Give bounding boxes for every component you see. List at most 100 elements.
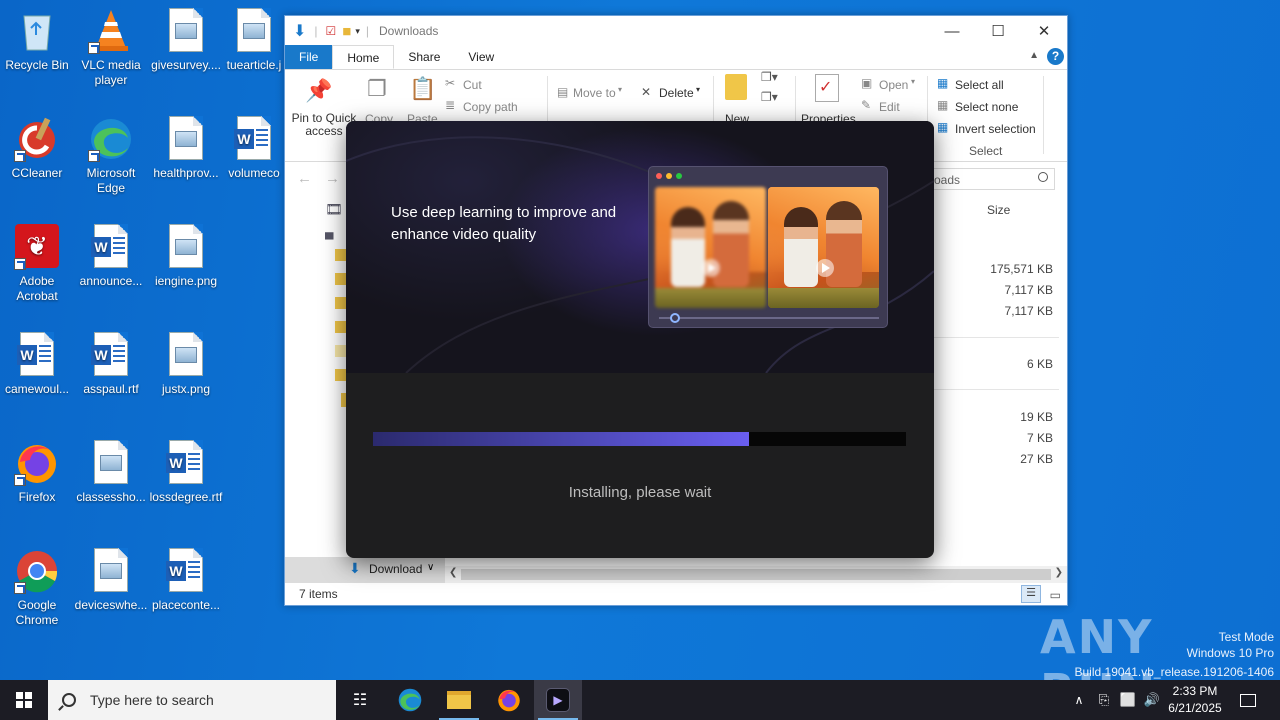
open-button[interactable]: Open (879, 78, 908, 92)
invert-selection-icon: ▦ (937, 120, 949, 134)
properties-icon: ✓ (815, 74, 839, 102)
desktop-icon-placeconte[interactable]: W placeconte... (149, 548, 223, 613)
scrollbar-thumb[interactable] (461, 569, 1051, 580)
move-to-button[interactable]: Move to (573, 86, 616, 100)
windows-logo-icon (16, 692, 32, 708)
desktop-icon-tuearticle[interactable]: tuearticle.j (224, 8, 284, 73)
start-button[interactable] (0, 680, 48, 720)
scroll-right-icon[interactable]: ❯ (1055, 567, 1063, 578)
search-icon (1038, 172, 1048, 182)
vlc-cone-icon (88, 8, 134, 54)
desktop-icon-camewoul[interactable]: W camewoul... (0, 332, 74, 397)
copy-path-button[interactable]: Copy path (463, 100, 518, 114)
group-divider (933, 389, 1059, 390)
install-progress-fill (373, 432, 749, 446)
minimize-button[interactable]: — (929, 16, 975, 46)
desktop-icon-google-chrome[interactable]: Google Chrome (0, 548, 74, 628)
icon-label: announce... (79, 274, 143, 288)
column-header-size[interactable]: Size (933, 197, 1061, 237)
taskbar-edge[interactable] (386, 680, 434, 720)
nav-downloads-item[interactable]: ⬇ Download ∨ (285, 557, 445, 583)
delete-icon: ✕ (641, 85, 652, 99)
installer-window: Use deep learning to improve and enhance… (346, 121, 934, 558)
cut-button[interactable]: Cut (463, 78, 482, 92)
desktop-icon-announce[interactable]: W announce... (74, 224, 148, 289)
search-box[interactable]: oads (931, 168, 1055, 190)
tab-file[interactable]: File (285, 45, 333, 69)
invert-selection-button[interactable]: Invert selection (955, 122, 1036, 136)
notifications-button[interactable] (1236, 680, 1260, 720)
taskbar-installer-app[interactable]: ▶ (534, 680, 582, 720)
desktop-icon-recycle-bin[interactable]: Recycle Bin (0, 8, 74, 73)
select-none-button[interactable]: Select none (955, 100, 1018, 114)
taskbar-clock[interactable]: 2:33 PM 6/21/2025 (1160, 683, 1230, 717)
desktop-icon-microsoft-edge[interactable]: Microsoft Edge (74, 116, 148, 196)
show-hidden-icons-chevron-icon[interactable]: ∧ (1070, 693, 1088, 707)
maximize-button[interactable]: ☐ (975, 16, 1021, 46)
desktop-icon-adobe-acrobat[interactable]: ❦ Adobe Acrobat (0, 224, 74, 304)
folder-quick-icon[interactable]: ■ (342, 23, 351, 40)
desktop-icon-iengine[interactable]: iengine.png (149, 224, 223, 289)
select-all-icon: ▦ (937, 76, 949, 90)
preview-timeline-knob (670, 313, 680, 323)
taskbar-file-explorer[interactable] (435, 680, 483, 720)
search-icon (62, 693, 76, 707)
tab-home[interactable]: Home (332, 45, 395, 69)
taskbar: Type here to search ☷ ▶ ∧ ⎘ ⬜ 🔊 2:33 PM … (0, 680, 1280, 720)
cut-icon: ✂ (445, 76, 456, 90)
close-button[interactable]: ✕ (1021, 16, 1067, 46)
large-icons-view-icon[interactable]: ▭ (1050, 588, 1061, 602)
shortcut-arrow-icon (88, 150, 100, 162)
dot-yellow (666, 173, 672, 179)
videos-icon[interactable]: 🎞 (325, 201, 343, 218)
horizontal-scrollbar[interactable]: ❮ ❯ (445, 566, 1067, 583)
desktop-icon-classessho[interactable]: classessho... (74, 440, 148, 505)
edit-button[interactable]: Edit (879, 100, 900, 114)
desktop-icon-ccleaner[interactable]: CCleaner (0, 116, 74, 181)
back-arrow-icon[interactable]: ← (297, 170, 312, 187)
notification-icon (1240, 693, 1256, 707)
taskbar-search-box[interactable]: Type here to search (48, 680, 336, 720)
system-tray: ∧ ⎘ ⬜ 🔊 (1070, 680, 1164, 720)
details-view-icon[interactable]: ☰ (1021, 585, 1041, 603)
network-icon[interactable]: ⬜ (1116, 692, 1140, 708)
tray-app-icon[interactable]: ⎘ (1092, 692, 1116, 708)
taskbar-search-input[interactable]: Type here to search (90, 692, 214, 708)
edge-icon (398, 688, 422, 712)
desktop-icon-deviceswhe[interactable]: deviceswhe... (74, 548, 148, 613)
easy-access-icon[interactable]: ❐▾ (761, 90, 778, 104)
scroll-left-icon[interactable]: ❮ (449, 567, 457, 578)
installer-banner: Use deep learning to improve and enhance… (346, 121, 934, 373)
image-file-icon (231, 8, 277, 54)
new-item-icon[interactable]: ❐▾ (761, 70, 778, 84)
drive-icon[interactable]: ▄ (325, 225, 334, 239)
desktop-icon-healthprov[interactable]: healthprov... (149, 116, 223, 181)
icon-label: camewoul... (4, 382, 70, 396)
tab-share[interactable]: Share (394, 45, 454, 69)
icon-label: asspaul.rtf (83, 382, 139, 396)
chevron-down-icon[interactable]: ∨ (427, 562, 434, 573)
icon-label: Adobe Acrobat (16, 274, 58, 303)
quick-access-dropdown-icon[interactable]: ▾ (355, 26, 360, 37)
copy-path-icon: ≣ (445, 98, 456, 112)
delete-button[interactable]: Delete (659, 86, 694, 100)
search-input[interactable]: oads (934, 173, 960, 187)
properties-quick-icon[interactable]: ☑ (326, 24, 337, 38)
desktop-icon-givesurvey[interactable]: givesurvey.... (149, 8, 223, 73)
collapse-ribbon-icon[interactable]: ▲ (1029, 50, 1039, 61)
desktop-icon-justx[interactable]: justx.png (149, 332, 223, 397)
desktop-icon-asspaul[interactable]: W asspaul.rtf (74, 332, 148, 397)
desktop-icon-firefox[interactable]: Firefox (0, 440, 74, 505)
select-all-button[interactable]: Select all (955, 78, 1004, 92)
word-document-icon: W (231, 116, 277, 162)
task-view-button[interactable]: ☷ (336, 680, 384, 720)
forward-arrow-icon[interactable]: → (325, 170, 340, 187)
desktop-icon-volumeco[interactable]: W volumeco (224, 116, 284, 181)
tab-view[interactable]: View (454, 45, 508, 69)
play-icon (816, 259, 834, 277)
desktop-icon-lossdegree[interactable]: W lossdegree.rtf (149, 440, 223, 505)
group-divider (933, 337, 1059, 338)
help-icon[interactable]: ? (1047, 48, 1064, 65)
desktop-icon-vlc[interactable]: VLC media player (74, 8, 148, 88)
taskbar-firefox[interactable] (485, 680, 533, 720)
